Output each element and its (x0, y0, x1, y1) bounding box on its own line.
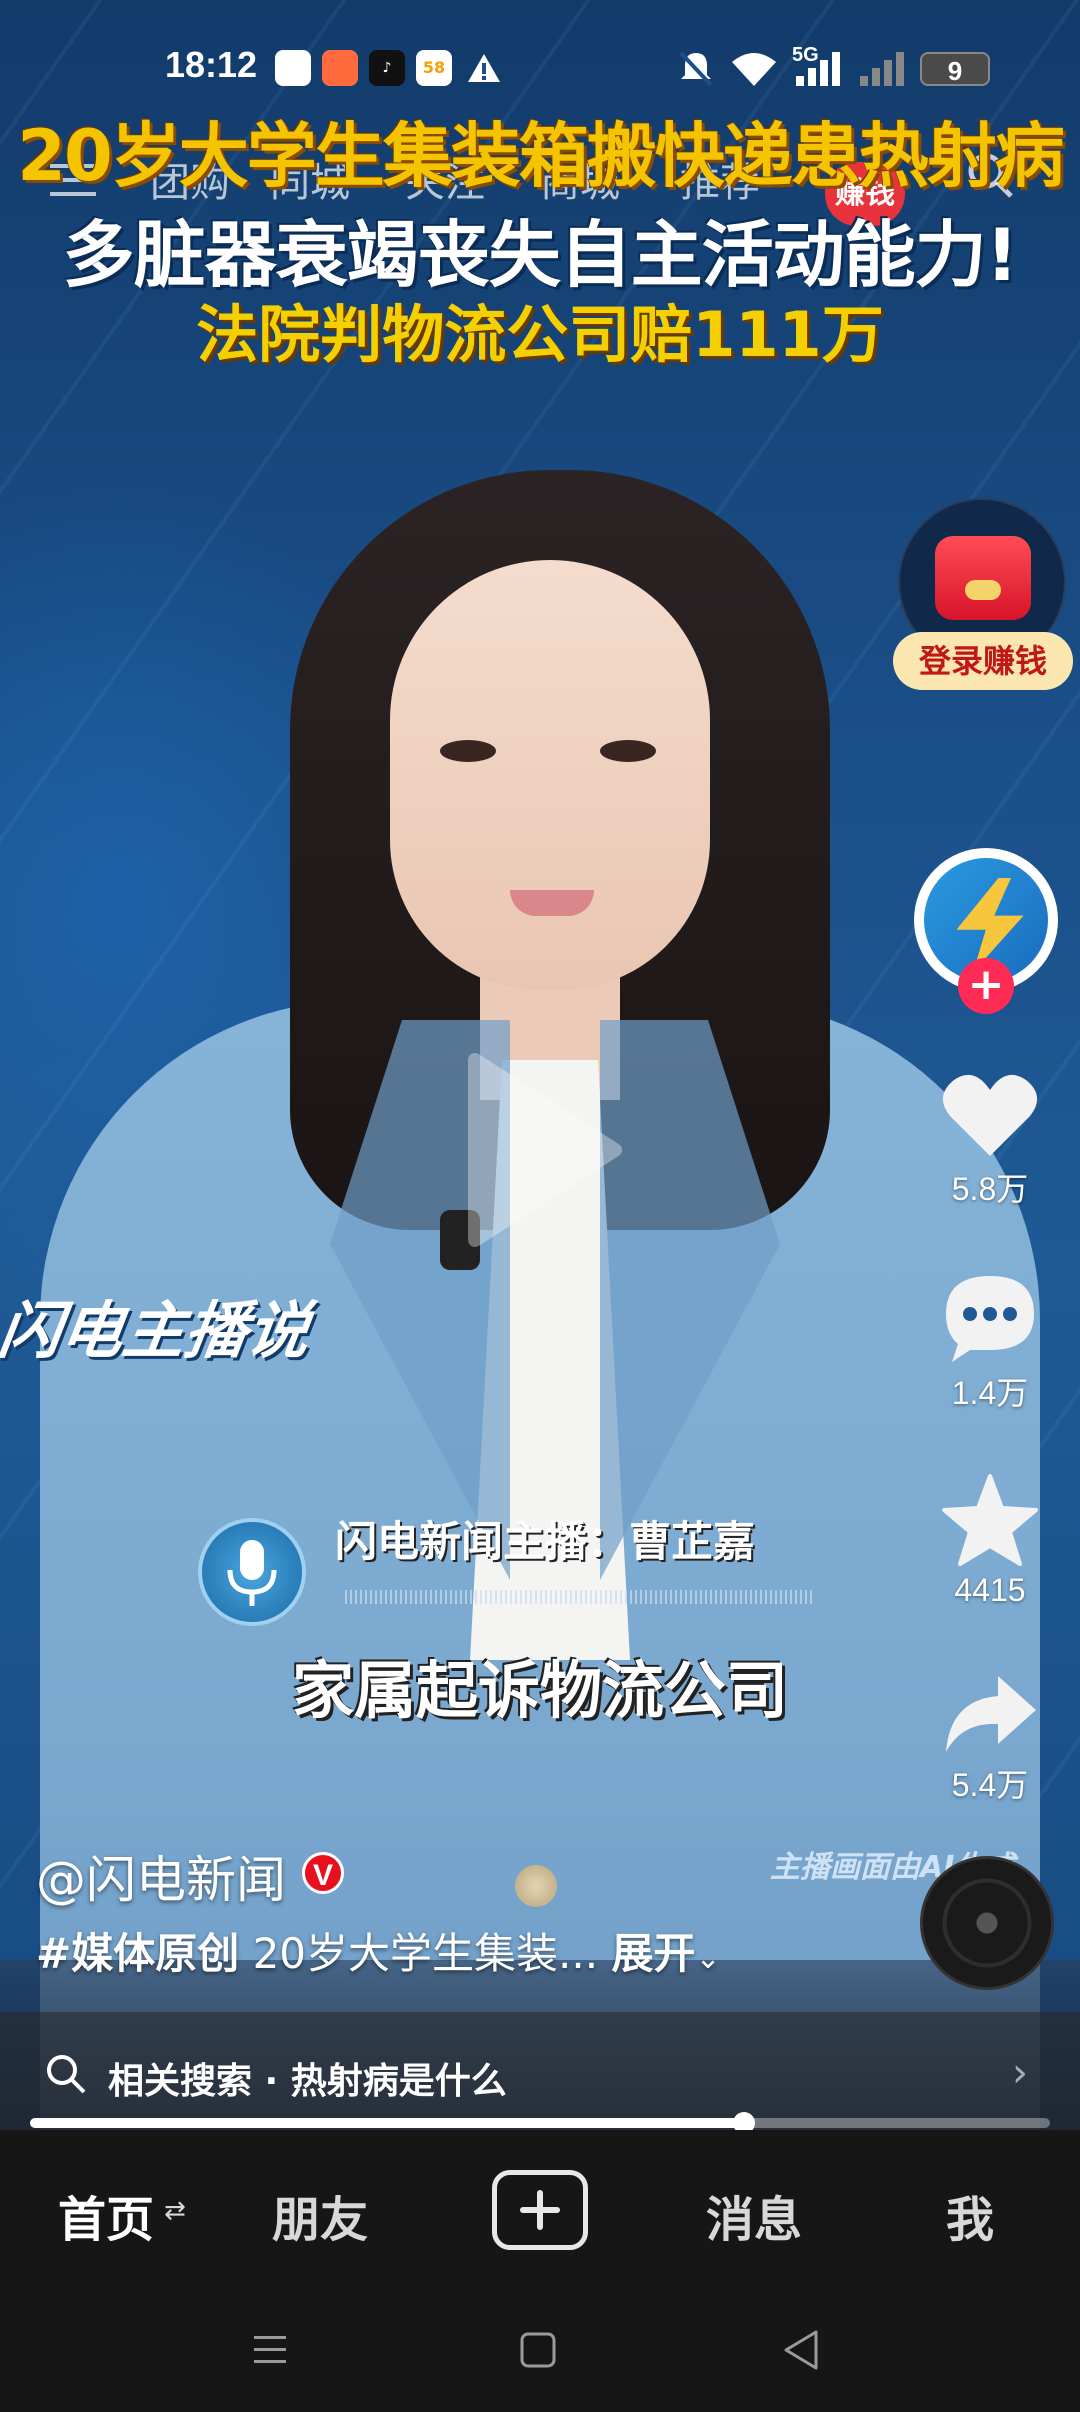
home-icon[interactable] (508, 2320, 568, 2380)
share-arrow-icon (946, 1676, 1036, 1752)
tab-messages[interactable]: 消息 (706, 2180, 802, 2250)
anchor-eye-right (600, 740, 656, 762)
create-button[interactable] (492, 2170, 588, 2250)
wifi-icon (732, 53, 776, 86)
expand-button[interactable]: 展开 (611, 1929, 695, 1978)
promo-label[interactable]: 登录赚钱 (893, 632, 1073, 690)
share-count: 5.4万 (951, 1767, 1029, 1803)
music-disc[interactable] (920, 1856, 1054, 1990)
battery-indicator: 9 (920, 52, 990, 86)
recent-apps-icon[interactable] (240, 2320, 300, 2380)
like-count: 5.8万 (951, 1171, 1029, 1207)
video-channel-app-icon (275, 50, 311, 86)
verified-badge: V (302, 1852, 344, 1894)
comment-count: 1.4万 (951, 1375, 1029, 1411)
tiktok-app-icon: ♪ (369, 50, 405, 86)
progress-fill (30, 2118, 744, 2128)
tab-home[interactable]: 首页 (58, 2180, 154, 2250)
headline-line-1: 20岁大学生集装箱搬快递患热射病 (17, 115, 1064, 197)
hashtag[interactable]: #媒体原创 (36, 1929, 239, 1978)
comment-icon (946, 1276, 1034, 1362)
anchor-face (390, 560, 710, 990)
headline-line-3: 法院判物流公司赔111万 (196, 298, 884, 371)
play-icon[interactable] (465, 1050, 625, 1250)
58-app-icon: 58 (416, 50, 452, 86)
red-packet-icon (935, 536, 1031, 620)
share-button[interactable]: 5.4万 (920, 1672, 1060, 1806)
anchor-name-caption: 闪电新闻主播：曹芷嘉 (335, 1517, 756, 1566)
favorite-count: 4415 (954, 1572, 1026, 1608)
related-search-icon (47, 2055, 86, 2094)
favorite-button[interactable]: 4415 (920, 1472, 1060, 1609)
chevron-down-icon: ⌄ (695, 1941, 721, 1976)
refresh-icon: ⇄ (164, 2196, 186, 2226)
brand-logo: 闪电主播说 (0, 1294, 315, 1367)
audio-waveform (345, 1590, 815, 1604)
post-description[interactable]: #媒体原创 20岁大学生集装... 展开⌄ (36, 1920, 721, 1981)
microphone-icon (198, 1518, 306, 1626)
anchor-mouth (510, 890, 594, 916)
author-name[interactable]: @闪电新闻 (36, 1840, 286, 1912)
chevron-right-icon: › (1012, 2050, 1028, 2096)
related-search-bar[interactable]: 相关搜索 · 热射病是什么 › (0, 2012, 1080, 2130)
tab-me[interactable]: 我 (946, 2180, 994, 2250)
back-icon[interactable] (772, 2320, 832, 2380)
follow-button[interactable]: + (958, 958, 1014, 1014)
related-search-text: 相关搜索 · 热射病是什么 (108, 2061, 507, 2102)
tab-friends[interactable]: 朋友 (272, 2180, 368, 2250)
suit-button (515, 1865, 557, 1907)
system-nav-bar (0, 2290, 1080, 2412)
comment-button[interactable]: 1.4万 (920, 1272, 1060, 1414)
mute-bell-icon (679, 51, 713, 87)
anchor-eye-left (440, 740, 496, 762)
video-subtitle: 家属起诉物流公司 (291, 1654, 788, 1727)
signal-icon (796, 52, 840, 86)
star-icon (942, 1474, 1038, 1566)
signal-2-icon (860, 52, 904, 86)
warning-icon (468, 54, 500, 82)
heart-icon (942, 1074, 1038, 1156)
status-time: 18:12 (165, 44, 258, 85)
bottom-nav: 首页 ⇄ 朋友 消息 我 (0, 2130, 1080, 2290)
description-text: 20岁大学生集装... (252, 1929, 599, 1978)
like-button[interactable]: 5.8万 (920, 1070, 1060, 1210)
game-app-icon (322, 50, 358, 86)
